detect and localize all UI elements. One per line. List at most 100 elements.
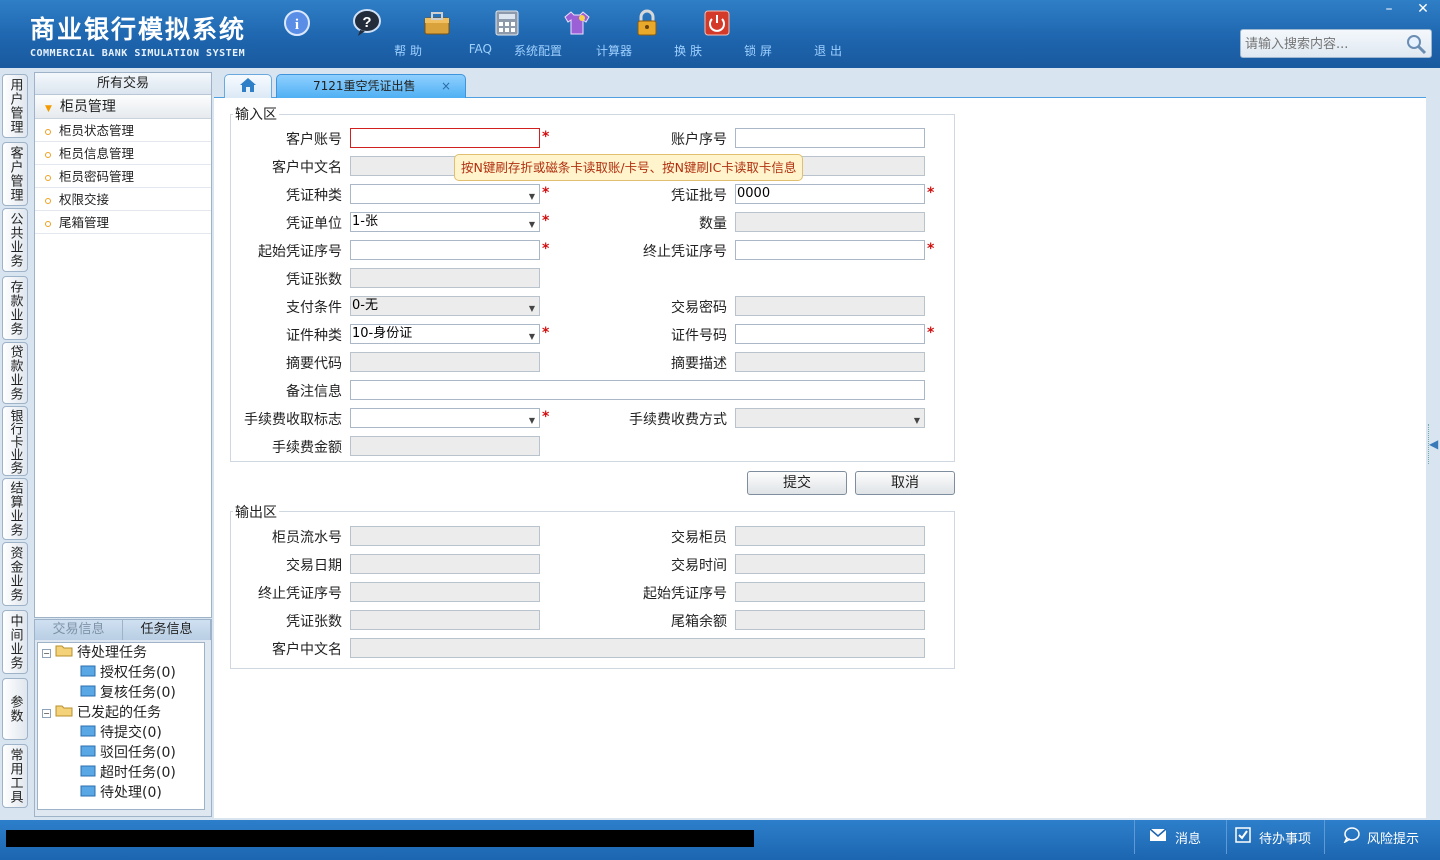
collapse-icon[interactable]: − [42,648,51,658]
vtab-parameters[interactable]: 参数 [2,678,28,740]
label-trade-teller: 交易柜员 [671,530,727,546]
status-bar: 消息 待办事项 风险提示 [0,820,1440,860]
expand-right-panel-icon[interactable]: ◀ [1428,424,1438,464]
vtab-fund-business[interactable]: 资金业务 [2,542,28,606]
label-voucher-type: 凭证种类 [286,188,342,204]
tree-node-label: 已发起的任务 [77,705,161,721]
vtab-customer-management[interactable]: 客户管理 [2,142,28,206]
menu-item-label: 柜员状态管理 [59,123,135,138]
pay-condition-select[interactable]: 0-无 ▼ [350,296,540,316]
bullet-icon [45,197,51,204]
tree-node-to-submit[interactable]: 待提交(0) [80,723,162,743]
account-seq-input[interactable] [735,128,925,148]
required-mark: * [542,185,550,201]
voucher-batch-input[interactable]: 0000 [735,184,925,204]
search-icon[interactable] [1405,33,1427,59]
tree-node-to-process[interactable]: 待处理(0) [80,783,162,803]
vtab-common-tools[interactable]: 常用工具 [2,744,28,808]
label-start-seq-out: 起始凭证序号 [643,586,727,602]
end-seq-output [350,582,540,602]
end-seq-input[interactable] [735,240,925,260]
vtab-card-business[interactable]: 银行卡业务 [2,406,28,476]
label-id-number: 证件号码 [671,328,727,344]
fee-flag-select[interactable]: ▼ [350,408,540,428]
search-input[interactable] [1245,34,1405,54]
calculator-button[interactable]: 计算器 [472,6,632,58]
lock-screen-button[interactable]: 锁 屏 [612,6,772,58]
messages-button[interactable]: 消息 [1134,820,1226,854]
tab-transaction-info[interactable]: 交易信息 [35,620,123,640]
vtab-loan-business[interactable]: 贷款业务 [2,342,28,404]
label-teller-serial: 柜员流水号 [272,530,342,546]
label-fee-amount: 手续费金额 [272,440,342,456]
cust-account-input[interactable] [350,128,540,148]
fee-method-select[interactable]: ▼ [735,408,925,428]
input-section-title: 输入区 [233,104,279,124]
submit-button[interactable]: 提交 [747,471,847,495]
start-seq-input[interactable] [350,240,540,260]
app-title-cn: 商业银行模拟系统 [30,15,247,44]
tab-voucher-sale[interactable]: 7121重空凭证出售 × [276,74,466,98]
tree-node-auth-tasks[interactable]: 授权任务(0) [80,663,176,683]
folder-icon [80,683,96,703]
folder-open-icon [55,703,73,723]
voucher-type-select[interactable]: ▼ [350,184,540,204]
required-mark: * [927,241,935,257]
voucher-unit-select[interactable]: 1-张 ▼ [350,212,540,232]
tab-home[interactable] [224,74,272,98]
power-icon [702,8,732,38]
dropdown-arrow-icon: ▼ [528,304,535,313]
tree-node-pending-tasks[interactable]: − 待处理任务 [42,643,147,663]
menu-item-label: 柜员信息管理 [59,146,135,161]
start-seq-output [735,582,925,602]
vtab-label: 中间业务 [7,614,23,670]
voucher-count-output [350,610,540,630]
bullet-icon [45,151,51,158]
vtab-settlement-business[interactable]: 结算业务 [2,478,28,540]
checkbox-icon [1235,827,1251,847]
collapse-icon[interactable]: − [42,708,51,718]
todo-label: 待办事项 [1259,831,1312,847]
system-config-button[interactable]: 系统配置 [402,6,562,58]
minimize-button[interactable]: – [1372,0,1406,20]
label-box-balance: 尾箱余额 [671,614,727,630]
vtab-deposit-business[interactable]: 存款业务 [2,276,28,340]
dropdown-arrow-icon: ▼ [528,416,535,425]
tree-node-label: 驳回任务(0) [100,745,176,761]
question-icon: ? [352,8,382,38]
vtab-intermediate-business[interactable]: 中间业务 [2,610,28,674]
label-end-seq: 终止凭证序号 [643,244,727,260]
todo-button[interactable]: 待办事项 [1226,820,1324,854]
tree-node-timeout[interactable]: 超时任务(0) [80,763,176,783]
label-trade-date: 交易日期 [286,558,342,574]
close-tab-icon[interactable]: × [441,75,451,97]
menu-item-label: 柜员密码管理 [59,169,135,184]
tree-node-review-tasks[interactable]: 复核任务(0) [80,683,176,703]
tree-node-rejected[interactable]: 驳回任务(0) [80,743,176,763]
app-header: 商业银行模拟系统 COMMERCIAL BANK SIMULATION SYST… [0,0,1440,68]
dropdown-arrow-icon: ▼ [913,416,920,425]
exit-button[interactable]: 退 出 [682,6,842,58]
search-box [1240,29,1432,58]
remarks-input[interactable] [350,380,925,400]
menu-header[interactable]: 所有交易 [35,73,211,95]
vtab-user-management[interactable]: 用户管理 [2,74,28,138]
risk-alert-button[interactable]: 风险提示 [1324,820,1440,854]
tree-node-initiated-tasks[interactable]: − 已发起的任务 [42,703,161,723]
faq-button[interactable]: ? FAQ [332,6,492,56]
vtab-label: 结算业务 [7,481,23,537]
id-type-select[interactable]: 10-身份证 ▼ [350,324,540,344]
change-skin-button[interactable]: 换 肤 [542,6,702,58]
info-icon: i [282,8,312,38]
cancel-button[interactable]: 取消 [855,471,955,495]
close-window-button[interactable]: ✕ [1406,0,1440,20]
id-number-input[interactable] [735,324,925,344]
label-remarks: 备注信息 [286,384,342,400]
status-message-strip [6,830,754,847]
vtab-public-business[interactable]: 公共业务 [2,208,28,272]
menu-group-teller-management[interactable]: ▼ 柜员管理 [35,95,211,119]
shirt-icon [562,8,592,38]
tree-node-label: 待提交(0) [100,725,162,741]
help-button[interactable]: i 帮 助 [262,6,422,58]
envelope-icon [1149,828,1167,846]
